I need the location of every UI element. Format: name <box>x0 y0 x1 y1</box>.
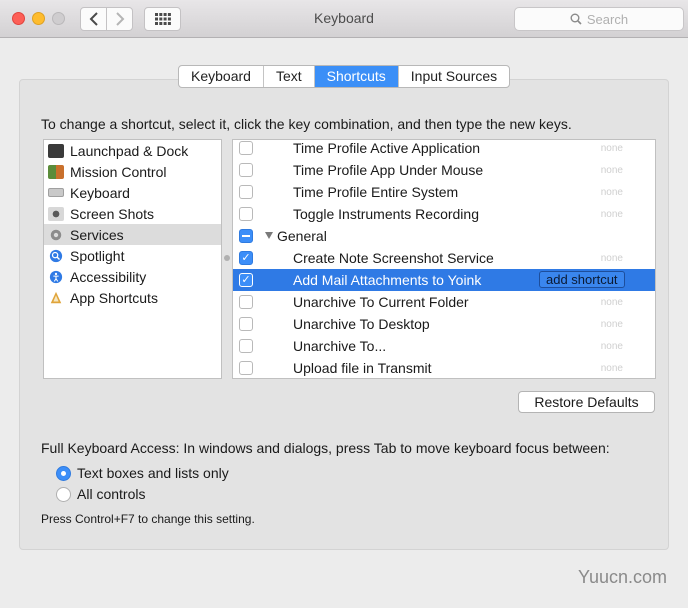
shortcut-key[interactable]: none <box>601 209 623 220</box>
list-item-selected[interactable]: ✓ Add Mail Attachments to Yoink add shor… <box>233 269 655 291</box>
add-shortcut-button[interactable]: add shortcut <box>539 271 625 288</box>
list-item[interactable]: Upload file in Transmit none <box>233 357 655 378</box>
category-services[interactable]: Services <box>44 224 221 245</box>
list-item[interactable]: Time Profile Active Application none <box>233 140 655 159</box>
gear-icon <box>50 229 62 240</box>
app-shortcuts-icon <box>50 291 62 303</box>
shortcut-checkbox[interactable] <box>239 163 253 177</box>
category-label: Keyboard <box>70 184 130 201</box>
shortcut-label: Unarchive To Current Folder <box>293 294 469 310</box>
category-screen-shots[interactable]: Screen Shots <box>44 203 221 224</box>
group-row-general[interactable]: General <box>233 225 655 247</box>
category-app-shortcuts[interactable]: App Shortcuts <box>44 287 221 308</box>
list-item[interactable]: Unarchive To Desktop none <box>233 313 655 335</box>
shortcut-checkbox[interactable] <box>239 361 253 375</box>
category-label: App Shortcuts <box>70 289 158 306</box>
shortcut-label: Time Profile App Under Mouse <box>293 162 484 178</box>
title-bar: Keyboard Search <box>0 0 688 38</box>
radio-button[interactable] <box>56 465 71 481</box>
category-mission-control[interactable]: Mission Control <box>44 161 221 182</box>
shortcut-label: Create Note Screenshot Service <box>293 250 494 266</box>
shortcut-key[interactable]: none <box>601 165 623 176</box>
shortcut-label: Time Profile Entire System <box>293 184 459 200</box>
shortcut-checkbox[interactable] <box>239 207 253 221</box>
tab-shortcuts[interactable]: Shortcuts <box>314 66 399 87</box>
category-accessibility[interactable]: Accessibility <box>44 266 221 287</box>
category-label: Accessibility <box>70 268 147 285</box>
category-label: Screen Shots <box>70 205 155 222</box>
category-list[interactable]: Launchpad & Dock Mission Control Keyboar… <box>43 139 222 379</box>
category-spotlight[interactable]: Spotlight <box>44 245 221 266</box>
list-item[interactable]: Time Profile Entire System none <box>233 181 655 203</box>
shortcut-label: Toggle Instruments Recording <box>293 206 479 222</box>
control-f7-hint: Press Control+F7 to change this setting. <box>41 512 255 526</box>
shortcut-checkbox[interactable]: ✓ <box>239 251 253 265</box>
shortcut-key[interactable]: none <box>601 143 623 154</box>
screenshot-icon <box>48 206 64 221</box>
shortcut-label: Unarchive To... <box>293 338 387 354</box>
mission-control-icon <box>48 164 64 179</box>
category-launchpad-dock[interactable]: Launchpad & Dock <box>44 140 221 161</box>
group-label: General <box>277 228 327 244</box>
restore-defaults-button[interactable]: Restore Defaults <box>518 391 655 413</box>
category-label: Launchpad & Dock <box>70 142 189 159</box>
category-label: Services <box>70 226 124 243</box>
shortcut-label: Upload file in Transmit <box>293 360 432 376</box>
shortcut-label: Add Mail Attachments to Yoink <box>293 272 482 288</box>
radio-button[interactable] <box>56 486 71 502</box>
radio-label: All controls <box>77 486 146 502</box>
instruction-text: To change a shortcut, select it, click t… <box>41 116 572 132</box>
shortcut-key[interactable]: none <box>601 341 623 352</box>
category-label: Spotlight <box>70 247 125 264</box>
list-item[interactable]: ✓ Create Note Screenshot Service none <box>233 247 655 269</box>
category-keyboard[interactable]: Keyboard <box>44 182 221 203</box>
shortcut-key[interactable]: none <box>601 319 623 330</box>
tab-bar: Keyboard Text Shortcuts Input Sources <box>178 65 511 88</box>
tab-keyboard[interactable]: Keyboard <box>179 66 264 87</box>
keyboard-icon <box>48 188 64 197</box>
shortcut-list[interactable]: Time Profile Active Application none Tim… <box>232 139 656 379</box>
list-item[interactable]: Time Profile App Under Mouse none <box>233 159 655 181</box>
search-field[interactable]: Search <box>514 7 684 31</box>
radio-text-boxes-lists[interactable]: Text boxes and lists only <box>56 465 229 481</box>
tab-text[interactable]: Text <box>264 66 315 87</box>
radio-label: Text boxes and lists only <box>77 465 229 481</box>
shortcut-checkbox[interactable] <box>239 295 253 309</box>
shortcut-checkbox[interactable] <box>239 141 253 155</box>
shortcut-checkbox[interactable] <box>239 185 253 199</box>
radio-all-controls[interactable]: All controls <box>56 486 145 502</box>
group-checkbox[interactable] <box>239 229 253 243</box>
shortcut-checkbox[interactable] <box>239 317 253 331</box>
search-icon <box>570 13 582 25</box>
shortcut-checkbox[interactable]: ✓ <box>239 273 253 287</box>
list-item[interactable]: Unarchive To... none <box>233 335 655 357</box>
shortcut-key[interactable]: none <box>601 297 623 308</box>
tab-input-sources[interactable]: Input Sources <box>399 66 509 87</box>
search-placeholder: Search <box>586 11 629 27</box>
shortcut-label: Time Profile Active Application <box>293 140 481 156</box>
full-keyboard-access-label: Full Keyboard Access: In windows and dia… <box>41 440 610 456</box>
shortcut-checkbox[interactable] <box>239 339 253 353</box>
shortcut-label: Unarchive To Desktop <box>293 316 430 332</box>
shortcut-key[interactable]: none <box>601 187 623 198</box>
watermark: Yuucn.com <box>578 567 668 587</box>
launchpad-icon <box>48 143 64 158</box>
spotlight-icon <box>49 249 63 262</box>
shortcut-key[interactable]: none <box>601 363 623 374</box>
shortcut-key[interactable]: none <box>601 253 623 264</box>
split-view-handle[interactable] <box>224 255 230 261</box>
list-item[interactable]: Toggle Instruments Recording none <box>233 203 655 225</box>
list-item[interactable]: Unarchive To Current Folder none <box>233 291 655 313</box>
disclosure-triangle-icon[interactable] <box>265 232 273 239</box>
category-label: Mission Control <box>70 163 167 180</box>
accessibility-icon <box>49 270 63 283</box>
